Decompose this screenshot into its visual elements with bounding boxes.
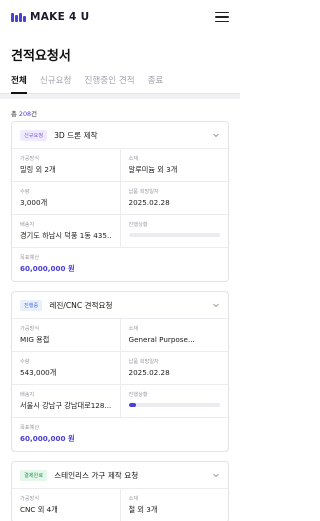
quantity-label: 수량	[20, 359, 30, 365]
material-cell: 소재 철 외 3개	[119, 489, 229, 521]
due-label: 납품 희망일자	[128, 359, 159, 365]
due-label: 납품 희망일자	[128, 189, 159, 195]
tab-in-progress[interactable]: 진행중인 견적	[84, 72, 134, 93]
card-header[interactable]: 결제완료 스테인리스 가구 제작 요청	[12, 462, 228, 489]
quantity-value: 3,000개	[20, 198, 48, 207]
budget-cell: 목표예산 60,000,000 원	[12, 248, 228, 281]
budget-label: 목표예산	[20, 255, 40, 261]
due-cell: 납품 희망일자 2025.02.28	[119, 182, 229, 214]
location-cell: 배송지 경기도 하남시 덕풍 1동 435...	[12, 215, 120, 247]
budget-value: 60,000,000 원	[20, 434, 75, 443]
location-value: 서울시 강남구 강남대로128...	[20, 401, 112, 410]
total-count-value: 208	[18, 110, 32, 118]
chevron-down-icon[interactable]	[212, 471, 220, 479]
quantity-value: 543,000개	[20, 368, 57, 377]
logo[interactable]: MAKE 4 U	[11, 11, 89, 23]
total-count: 총 208건	[0, 99, 240, 121]
card-row: 가공방식 MIG 용접 소재 General Purpose...	[12, 319, 228, 352]
method-cell: 가공방식 CNC 외 4개	[12, 489, 120, 521]
method-label: 가공방식	[20, 326, 40, 332]
status-tabs: 전체 신규요청 진행중인 견적 종료	[0, 72, 240, 94]
chevron-down-icon[interactable]	[212, 301, 220, 309]
card-row: 배송지 경기도 하남시 덕풍 1동 435... 진행상황	[12, 215, 228, 248]
card-header[interactable]: 진행중 레진/CNC 견적요청	[12, 292, 228, 319]
page-title: 견적요청서	[11, 49, 71, 64]
card-title: 3D 드론 제작	[54, 130, 98, 140]
logo-text: MAKE 4 U	[30, 11, 90, 23]
progress-fill	[128, 403, 136, 407]
status-badge: 신규요청	[20, 129, 48, 141]
location-value: 경기도 하남시 덕풍 1동 435...	[20, 231, 112, 240]
budget-value: 60,000,000 원	[20, 264, 75, 273]
progress-bar	[128, 403, 220, 407]
progress-label: 진행상황	[128, 392, 148, 398]
logo-mark-icon	[11, 12, 26, 22]
quote-card[interactable]: 신규요청 3D 드론 제작 가공방식 밀링 외 2개 소재 알루미늄 외 3개 …	[11, 121, 229, 282]
tab-closed[interactable]: 종료	[148, 72, 164, 93]
quote-card[interactable]: 진행중 레진/CNC 견적요청 가공방식 MIG 용접 소재 General P…	[11, 291, 229, 452]
quantity-cell: 수량 3,000개	[12, 182, 120, 214]
card-row: 배송지 서울시 강남구 강남대로128... 진행상황	[12, 385, 228, 418]
method-label: 가공방식	[20, 496, 40, 502]
progress-bar	[128, 233, 220, 237]
progress-label: 진행상황	[128, 222, 148, 228]
location-label: 배송지	[20, 222, 35, 228]
total-prefix: 총	[11, 110, 19, 118]
quantity-label: 수량	[20, 189, 30, 195]
method-value: CNC 외 4개	[20, 505, 58, 514]
progress-cell: 진행상황	[119, 385, 229, 417]
progress-cell: 진행상황	[119, 215, 229, 247]
due-value: 2025.02.28	[128, 198, 170, 207]
location-cell: 배송지 서울시 강남구 강남대로128...	[12, 385, 120, 417]
chevron-down-icon[interactable]	[212, 131, 220, 139]
card-row: 가공방식 밀링 외 2개 소재 알루미늄 외 3개	[12, 149, 228, 182]
tab-new-requests[interactable]: 신규요청	[40, 72, 72, 93]
material-label: 소재	[128, 326, 139, 332]
total-suffix: 건	[31, 110, 38, 118]
material-value: 알루미늄 외 3개	[128, 165, 178, 174]
method-label: 가공방식	[20, 156, 40, 162]
method-cell: 가공방식 밀링 외 2개	[12, 149, 120, 181]
material-label: 소재	[128, 156, 139, 162]
budget-cell: 목표예산 60,000,000 원	[12, 418, 228, 451]
card-title: 레진/CNC 견적요청	[49, 300, 113, 310]
card-row: 수량 3,000개 납품 희망일자 2025.02.28	[12, 182, 228, 215]
card-header[interactable]: 신규요청 3D 드론 제작	[12, 122, 228, 149]
card-row: 수량 543,000개 납품 희망일자 2025.02.28	[12, 352, 228, 385]
material-cell: 소재 General Purpose...	[119, 319, 229, 351]
status-badge: 진행중	[20, 299, 43, 311]
app-header: MAKE 4 U	[0, 0, 240, 34]
card-row: 가공방식 CNC 외 4개 소재 철 외 3개	[12, 489, 228, 521]
material-label: 소재	[128, 496, 139, 502]
status-badge: 결제완료	[20, 469, 48, 481]
material-value: 철 외 3개	[128, 505, 158, 514]
card-title: 스테인리스 가구 제작 요청	[54, 470, 139, 480]
material-value: General Purpose...	[128, 335, 195, 344]
budget-label: 목표예산	[20, 425, 40, 431]
material-cell: 소재 알루미늄 외 3개	[119, 149, 229, 181]
due-cell: 납품 희망일자 2025.02.28	[119, 352, 229, 384]
method-value: 밀링 외 2개	[20, 165, 56, 174]
method-value: MIG 용접	[20, 335, 50, 344]
method-cell: 가공방식 MIG 용접	[12, 319, 120, 351]
quote-card[interactable]: 결제완료 스테인리스 가구 제작 요청 가공방식 CNC 외 4개 소재 철 외…	[11, 461, 229, 521]
tab-all[interactable]: 전체	[11, 72, 27, 94]
due-value: 2025.02.28	[128, 368, 170, 377]
hamburger-menu-icon[interactable]	[215, 11, 229, 23]
location-label: 배송지	[20, 392, 35, 398]
quantity-cell: 수량 543,000개	[12, 352, 120, 384]
